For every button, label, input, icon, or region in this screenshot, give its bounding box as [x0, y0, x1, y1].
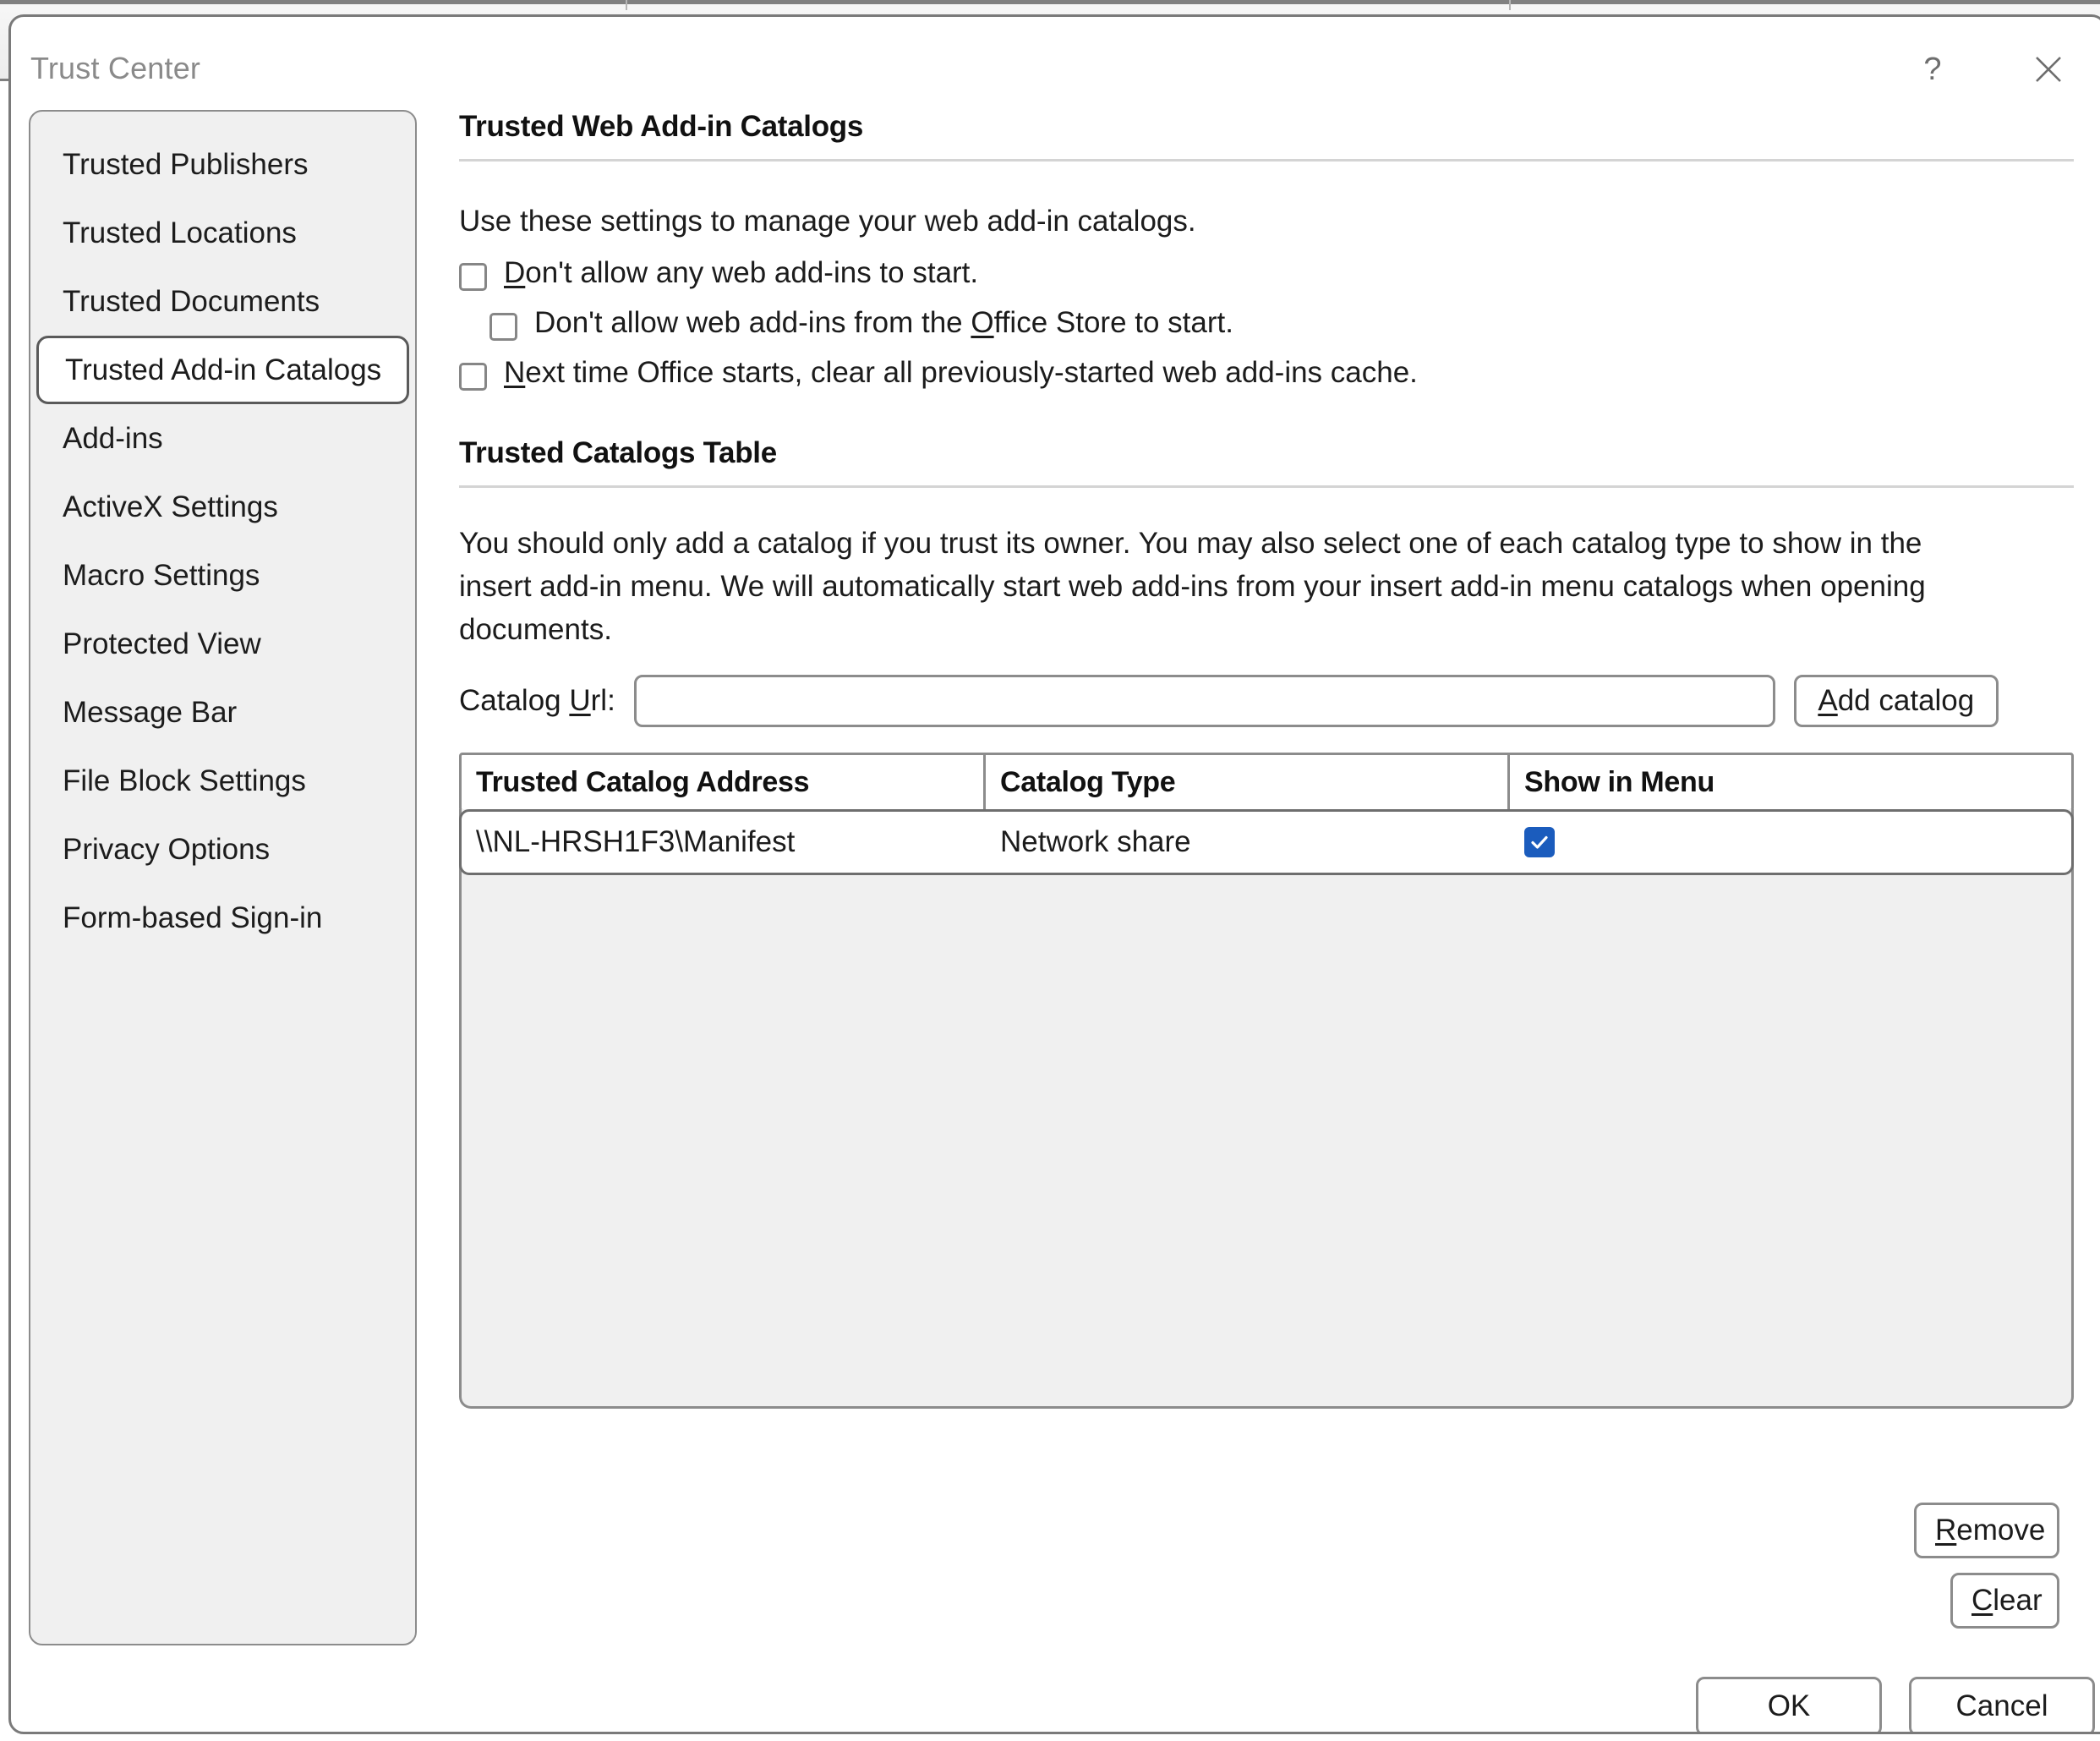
trusted-catalogs-table: Trusted Catalog Address Catalog Type Sho… [459, 753, 2074, 1409]
catalog-url-label: Catalog Url: [459, 684, 615, 718]
trust-center-dialog: Trust Center ? Trusted Publishers Truste… [8, 14, 2100, 1734]
help-icon[interactable]: ? [1909, 46, 1956, 93]
settings-category-list[interactable]: Trusted Publishers Trusted Locations Tru… [29, 110, 417, 1645]
web-addin-catalogs-heading: Trusted Web Add-in Catalogs [459, 110, 864, 143]
checkbox-show-in-menu-checked[interactable] [1524, 827, 1555, 857]
section-divider [459, 159, 2074, 162]
sidebar-item-trusted-publishers[interactable]: Trusted Publishers [30, 130, 415, 199]
sidebar-item-label: Trusted Add-in Catalogs [65, 353, 382, 386]
checkbox-label-clear-addin-cache: Next time Office starts, clear all previ… [504, 356, 1418, 390]
table-body: \\NL-HRSH1F3\Manifest Network share [459, 809, 2074, 1409]
catalog-url-row: Catalog Url: Add catalog [459, 675, 2074, 727]
sidebar-item-label: Macro Settings [63, 559, 260, 592]
catalogs-table-description: You should only add a catalog if you tru… [459, 527, 1926, 646]
label-rest: lear [1993, 1584, 2043, 1617]
accel-key: A [1818, 684, 1838, 717]
label-rest: rl: [590, 684, 615, 717]
accel-key: O [971, 306, 994, 339]
sidebar-item-trusted-documents[interactable]: Trusted Documents [30, 267, 415, 336]
label-rest: ext time Office starts, clear all previo… [525, 356, 1418, 389]
checkbox-label-disallow-all-web-addins: Don't allow any web add-ins to start. [504, 256, 978, 290]
label-rest: emove [1956, 1514, 2046, 1547]
label-rest: on't allow any web add-ins to start. [525, 256, 979, 289]
checkbox-disallow-office-store-addins[interactable] [489, 313, 517, 341]
cell-catalog-type: Network share [1000, 825, 1191, 858]
add-catalog-button[interactable]: Add catalog [1793, 675, 1999, 727]
checkbox-row-clear-addin-cache[interactable]: Next time Office starts, clear all previ… [459, 356, 2074, 391]
sidebar-item-form-based-sign-in[interactable]: Form-based Sign-in [30, 884, 415, 952]
cancel-button[interactable]: Cancel [1909, 1677, 2095, 1732]
background-window-divider [626, 0, 627, 10]
accel-key: U [569, 684, 591, 717]
table-header-row: Trusted Catalog Address Catalog Type Sho… [459, 753, 2074, 812]
sidebar-item-label: Privacy Options [63, 833, 271, 866]
checkbox-row-disallow-all-web-addins[interactable]: Don't allow any web add-ins to start. [459, 256, 2074, 291]
sidebar-item-file-block-settings[interactable]: File Block Settings [30, 747, 415, 815]
sidebar-item-label: Trusted Publishers [63, 148, 309, 181]
cell-catalog-address: \\NL-HRSH1F3\Manifest [476, 825, 796, 858]
label-rest: dd catalog [1837, 684, 1975, 717]
column-header-catalog-type[interactable]: Catalog Type [986, 755, 1510, 809]
background-window-divider [1509, 0, 1511, 10]
catalog-url-input[interactable] [633, 675, 1775, 727]
label-rest: ffice Store to start. [993, 306, 1233, 339]
dialog-title: Trust Center [30, 51, 201, 85]
sidebar-item-label: Trusted Documents [63, 285, 320, 318]
checkbox-label-disallow-office-store-addins: Don't allow web add-ins from the Office … [534, 306, 1233, 340]
column-header-trusted-catalog-address[interactable]: Trusted Catalog Address [462, 755, 986, 809]
remove-button[interactable]: Remove [1914, 1503, 2059, 1558]
clear-button[interactable]: Clear [1950, 1573, 2059, 1629]
catalogs-table-heading: Trusted Catalogs Table [459, 436, 777, 469]
sidebar-item-label: Add-ins [63, 422, 163, 455]
sidebar-item-trusted-locations[interactable]: Trusted Locations [30, 199, 415, 267]
sidebar-item-label: ActiveX Settings [63, 490, 278, 523]
checkbox-disallow-all-web-addins[interactable] [459, 263, 487, 291]
sidebar-item-privacy-options[interactable]: Privacy Options [30, 815, 415, 884]
checkbox-clear-addin-cache[interactable] [459, 363, 487, 391]
accel-key: R [1935, 1514, 1957, 1547]
background-window-top-border [0, 0, 2100, 4]
label-pre: Catalog [459, 684, 570, 717]
checkbox-row-disallow-office-store-addins[interactable]: Don't allow web add-ins from the Office … [489, 306, 2074, 341]
cell-show-in-menu[interactable] [1510, 827, 2071, 857]
ok-button[interactable]: OK [1696, 1677, 1882, 1732]
label-pre: Don't allow web add-ins from the [534, 306, 971, 339]
sidebar-item-add-ins[interactable]: Add-ins [30, 404, 415, 473]
sidebar-item-protected-view[interactable]: Protected View [30, 610, 415, 678]
column-header-show-in-menu[interactable]: Show in Menu [1510, 755, 2071, 809]
web-addin-catalogs-intro: Use these settings to manage your web ad… [459, 205, 1196, 238]
accel-key: D [504, 256, 526, 289]
sidebar-item-activex-settings[interactable]: ActiveX Settings [30, 473, 415, 541]
sidebar-item-label: File Block Settings [63, 764, 306, 797]
close-icon[interactable] [2025, 46, 2072, 93]
table-row[interactable]: \\NL-HRSH1F3\Manifest Network share [459, 809, 2074, 875]
sidebar-item-message-bar[interactable]: Message Bar [30, 678, 415, 747]
dialog-titlebar: Trust Center ? [11, 17, 2100, 101]
sidebar-item-macro-settings[interactable]: Macro Settings [30, 541, 415, 610]
sidebar-item-label: Message Bar [63, 696, 238, 729]
accel-key: N [504, 356, 526, 389]
accel-key: C [1971, 1584, 1993, 1617]
sidebar-item-label: Form-based Sign-in [63, 901, 323, 934]
sidebar-item-label: Protected View [63, 627, 261, 660]
section-divider [459, 485, 2074, 488]
settings-content-pane: Trusted Web Add-in Catalogs Use these se… [459, 110, 2074, 1409]
sidebar-item-trusted-add-in-catalogs[interactable]: Trusted Add-in Catalogs [36, 336, 409, 404]
sidebar-item-label: Trusted Locations [63, 216, 297, 249]
